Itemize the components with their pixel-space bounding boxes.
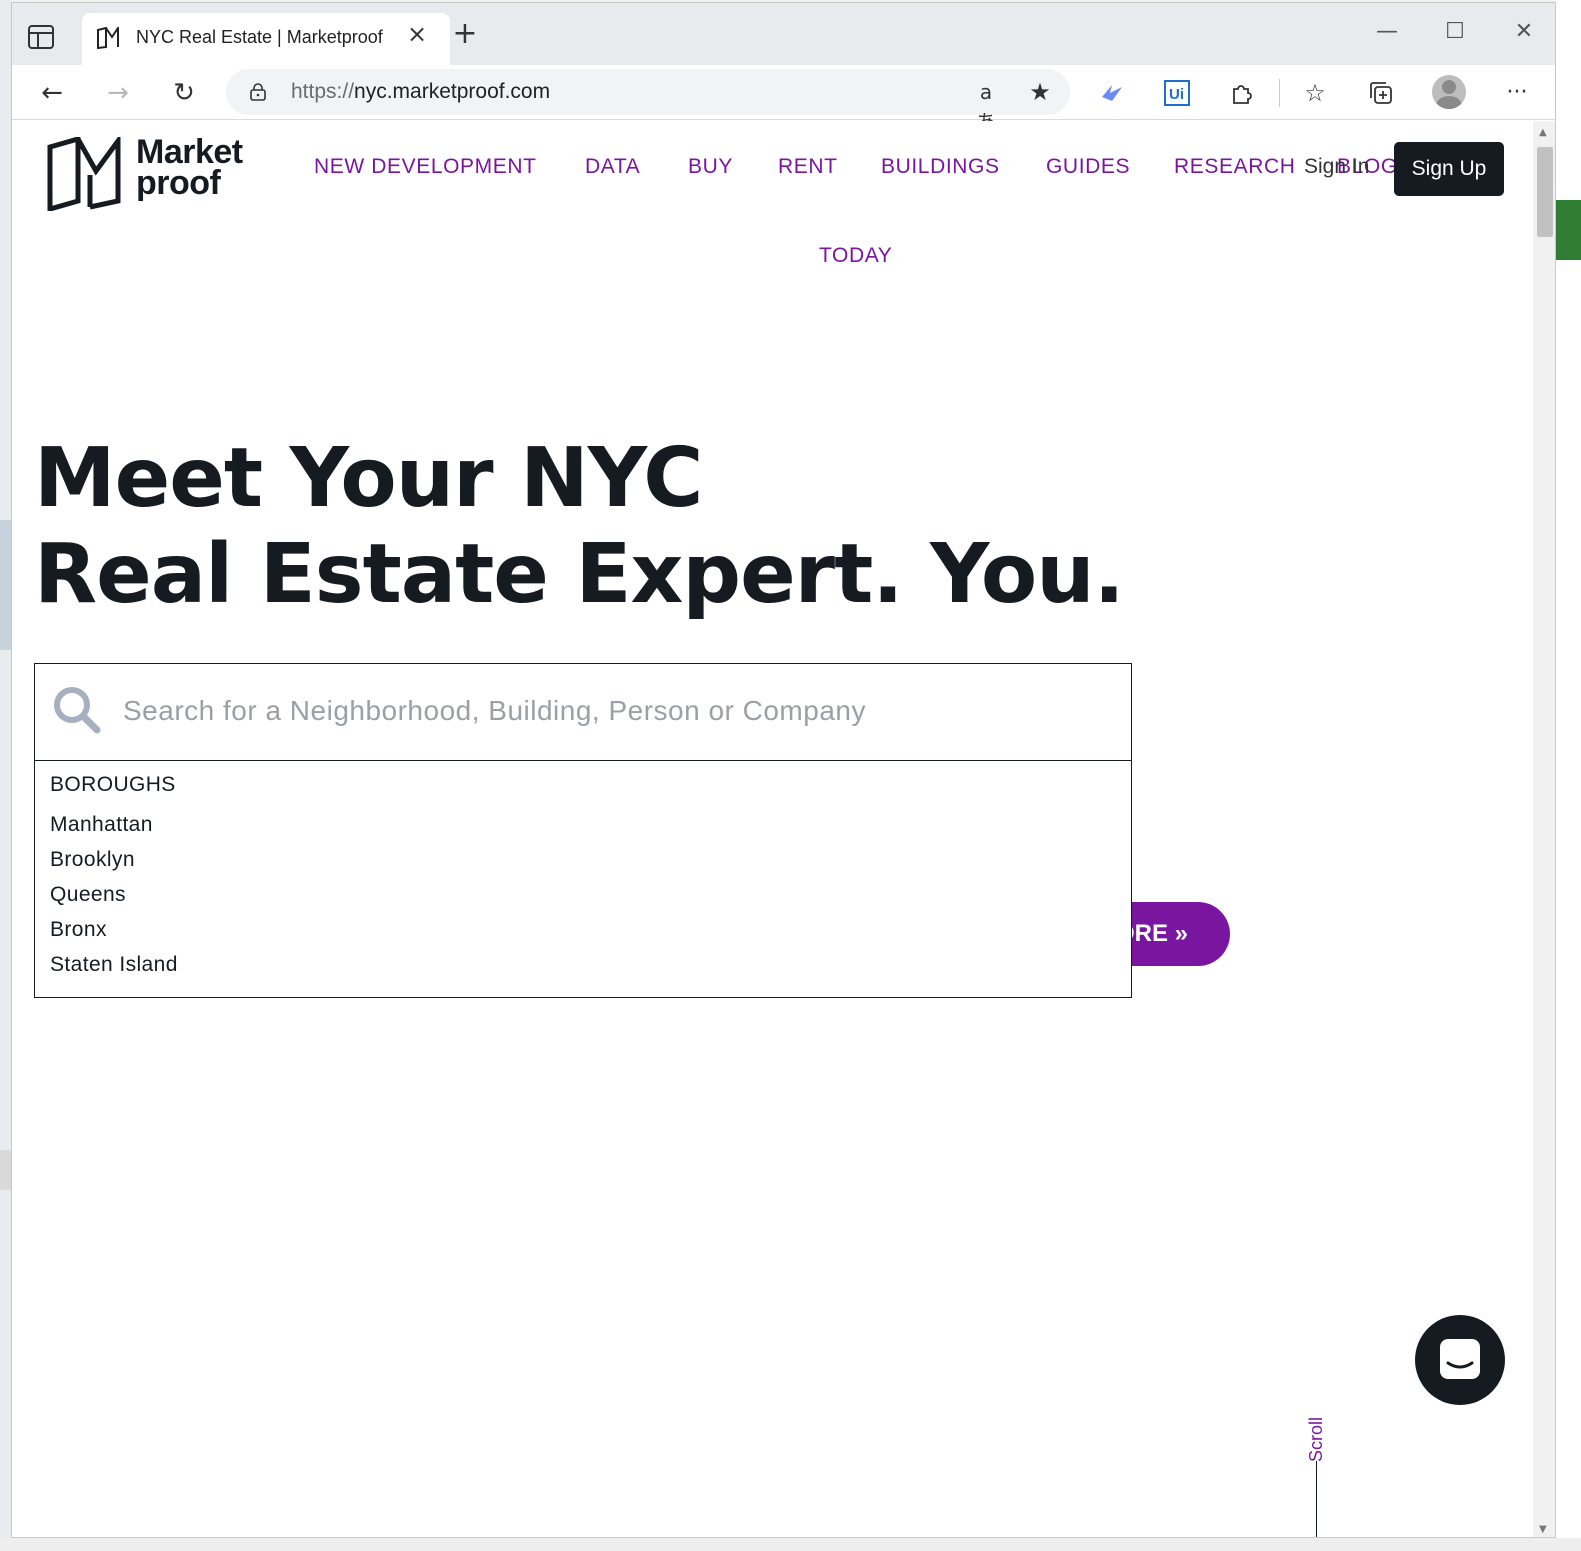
translate-icon[interactable]: aあ	[970, 77, 1002, 134]
search-input[interactable]	[123, 690, 1103, 732]
search-suggestions-dropdown: BOROUGHS Manhattan Brooklyn Queens Bronx…	[34, 760, 1132, 998]
borough-option-brooklyn[interactable]: Brooklyn	[50, 848, 135, 872]
extension-uipath-icon[interactable]: Ui	[1157, 73, 1197, 113]
borough-option-manhattan[interactable]: Manhattan	[50, 813, 153, 837]
search-box[interactable]	[34, 663, 1132, 761]
nav-data[interactable]: DATA	[585, 155, 640, 179]
more-menu-icon[interactable]: ···	[1497, 73, 1537, 113]
minimize-icon[interactable]: —	[1367, 17, 1407, 47]
favorites-icon[interactable]: ☆	[1295, 73, 1335, 113]
collections-icon[interactable]	[1361, 73, 1401, 113]
search-icon	[54, 687, 101, 734]
scroll-hint-label: Scroll	[1306, 1416, 1327, 1463]
close-tab-icon[interactable]: ×	[404, 21, 430, 47]
toolbar-separator	[1279, 79, 1280, 107]
marketproof-logo-mark-icon	[47, 137, 121, 211]
desktop-background-right	[1556, 0, 1581, 1551]
scroll-hint: Scroll	[1302, 1417, 1332, 1467]
back-icon[interactable]: ←	[32, 73, 72, 113]
sign-up-button[interactable]: Sign Up	[1394, 142, 1504, 196]
new-tab-icon[interactable]: +	[450, 19, 480, 49]
chat-bubble-icon	[1440, 1339, 1480, 1379]
svg-text:Ui: Ui	[1169, 86, 1184, 103]
page-viewport: Market proof NEW DEVELOPMENT DATA BUY RE…	[12, 121, 1533, 1537]
forward-icon[interactable]: →	[98, 73, 138, 113]
url-host: nyc.marketproof.com	[354, 80, 551, 103]
url-text: https://nyc.marketproof.com	[291, 80, 550, 104]
browser-window: NYC Real Estate | Marketproof × + — ☐ ✕ …	[11, 2, 1556, 1538]
url-scheme: https://	[291, 80, 355, 103]
profile-avatar-icon[interactable]	[1432, 75, 1466, 109]
maximize-icon[interactable]: ☐	[1435, 17, 1475, 47]
logo-wordmark: Market proof	[136, 135, 243, 202]
logo-line2: proof	[136, 164, 221, 202]
page-scrollbar[interactable]: ▲ ▼	[1533, 121, 1555, 1537]
dropdown-heading-boroughs: BOROUGHS	[50, 773, 176, 796]
address-bar[interactable]: https://nyc.marketproof.com aあ ★	[226, 69, 1070, 134]
chat-launcher-button[interactable]	[1415, 1315, 1505, 1405]
extension-bird-icon[interactable]	[1092, 73, 1132, 113]
nav-new-development[interactable]: NEW DEVELOPMENT	[314, 155, 537, 179]
desktop-taskbar-edge	[0, 1538, 1581, 1551]
hero-headline-line1: Meet Your NYC	[34, 431, 703, 526]
hero-headline: Meet Your NYC Real Estate Expert. You.	[34, 431, 1125, 623]
marketproof-logo[interactable]: Market proof	[46, 135, 266, 211]
desktop-background-left	[0, 0, 11, 1551]
tab-title: NYC Real Estate | Marketproof	[136, 27, 383, 47]
tab-actions-icon[interactable]	[28, 25, 54, 49]
scrollbar-thumb[interactable]	[1537, 147, 1553, 237]
active-tab[interactable]: NYC Real Estate | Marketproof ×	[82, 13, 450, 65]
borough-option-bronx[interactable]: Bronx	[50, 918, 107, 942]
close-window-icon[interactable]: ✕	[1504, 17, 1544, 47]
lock-icon[interactable]	[250, 83, 266, 101]
nav-research[interactable]: RESEARCH	[1174, 155, 1296, 179]
browser-toolbar: ← → ↻ https://nyc.marketproof.com aあ ★ U…	[12, 65, 1555, 134]
sign-in-link[interactable]: Sign In	[1304, 155, 1369, 179]
nav-buildings[interactable]: BUILDINGS	[881, 155, 1000, 179]
favorite-star-icon[interactable]: ★	[1024, 77, 1056, 107]
borough-option-queens[interactable]: Queens	[50, 883, 126, 907]
nav-today[interactable]: TODAY	[819, 244, 892, 268]
borough-option-staten-island[interactable]: Staten Island	[50, 953, 178, 977]
nav-guides[interactable]: GUIDES	[1046, 155, 1130, 179]
hero-headline-line2: Real Estate Expert. You.	[34, 527, 1125, 622]
tab-bar: NYC Real Estate | Marketproof × + — ☐ ✕	[12, 3, 1555, 65]
extensions-puzzle-icon[interactable]	[1222, 73, 1262, 113]
scroll-up-arrow-icon[interactable]: ▲	[1539, 127, 1547, 138]
reload-icon[interactable]: ↻	[164, 73, 204, 113]
nav-rent[interactable]: RENT	[778, 155, 838, 179]
marketproof-favicon-icon	[97, 27, 119, 49]
scroll-hint-line	[1316, 1461, 1317, 1537]
scroll-down-arrow-icon[interactable]: ▼	[1539, 1524, 1547, 1535]
nav-buy[interactable]: BUY	[688, 155, 733, 179]
